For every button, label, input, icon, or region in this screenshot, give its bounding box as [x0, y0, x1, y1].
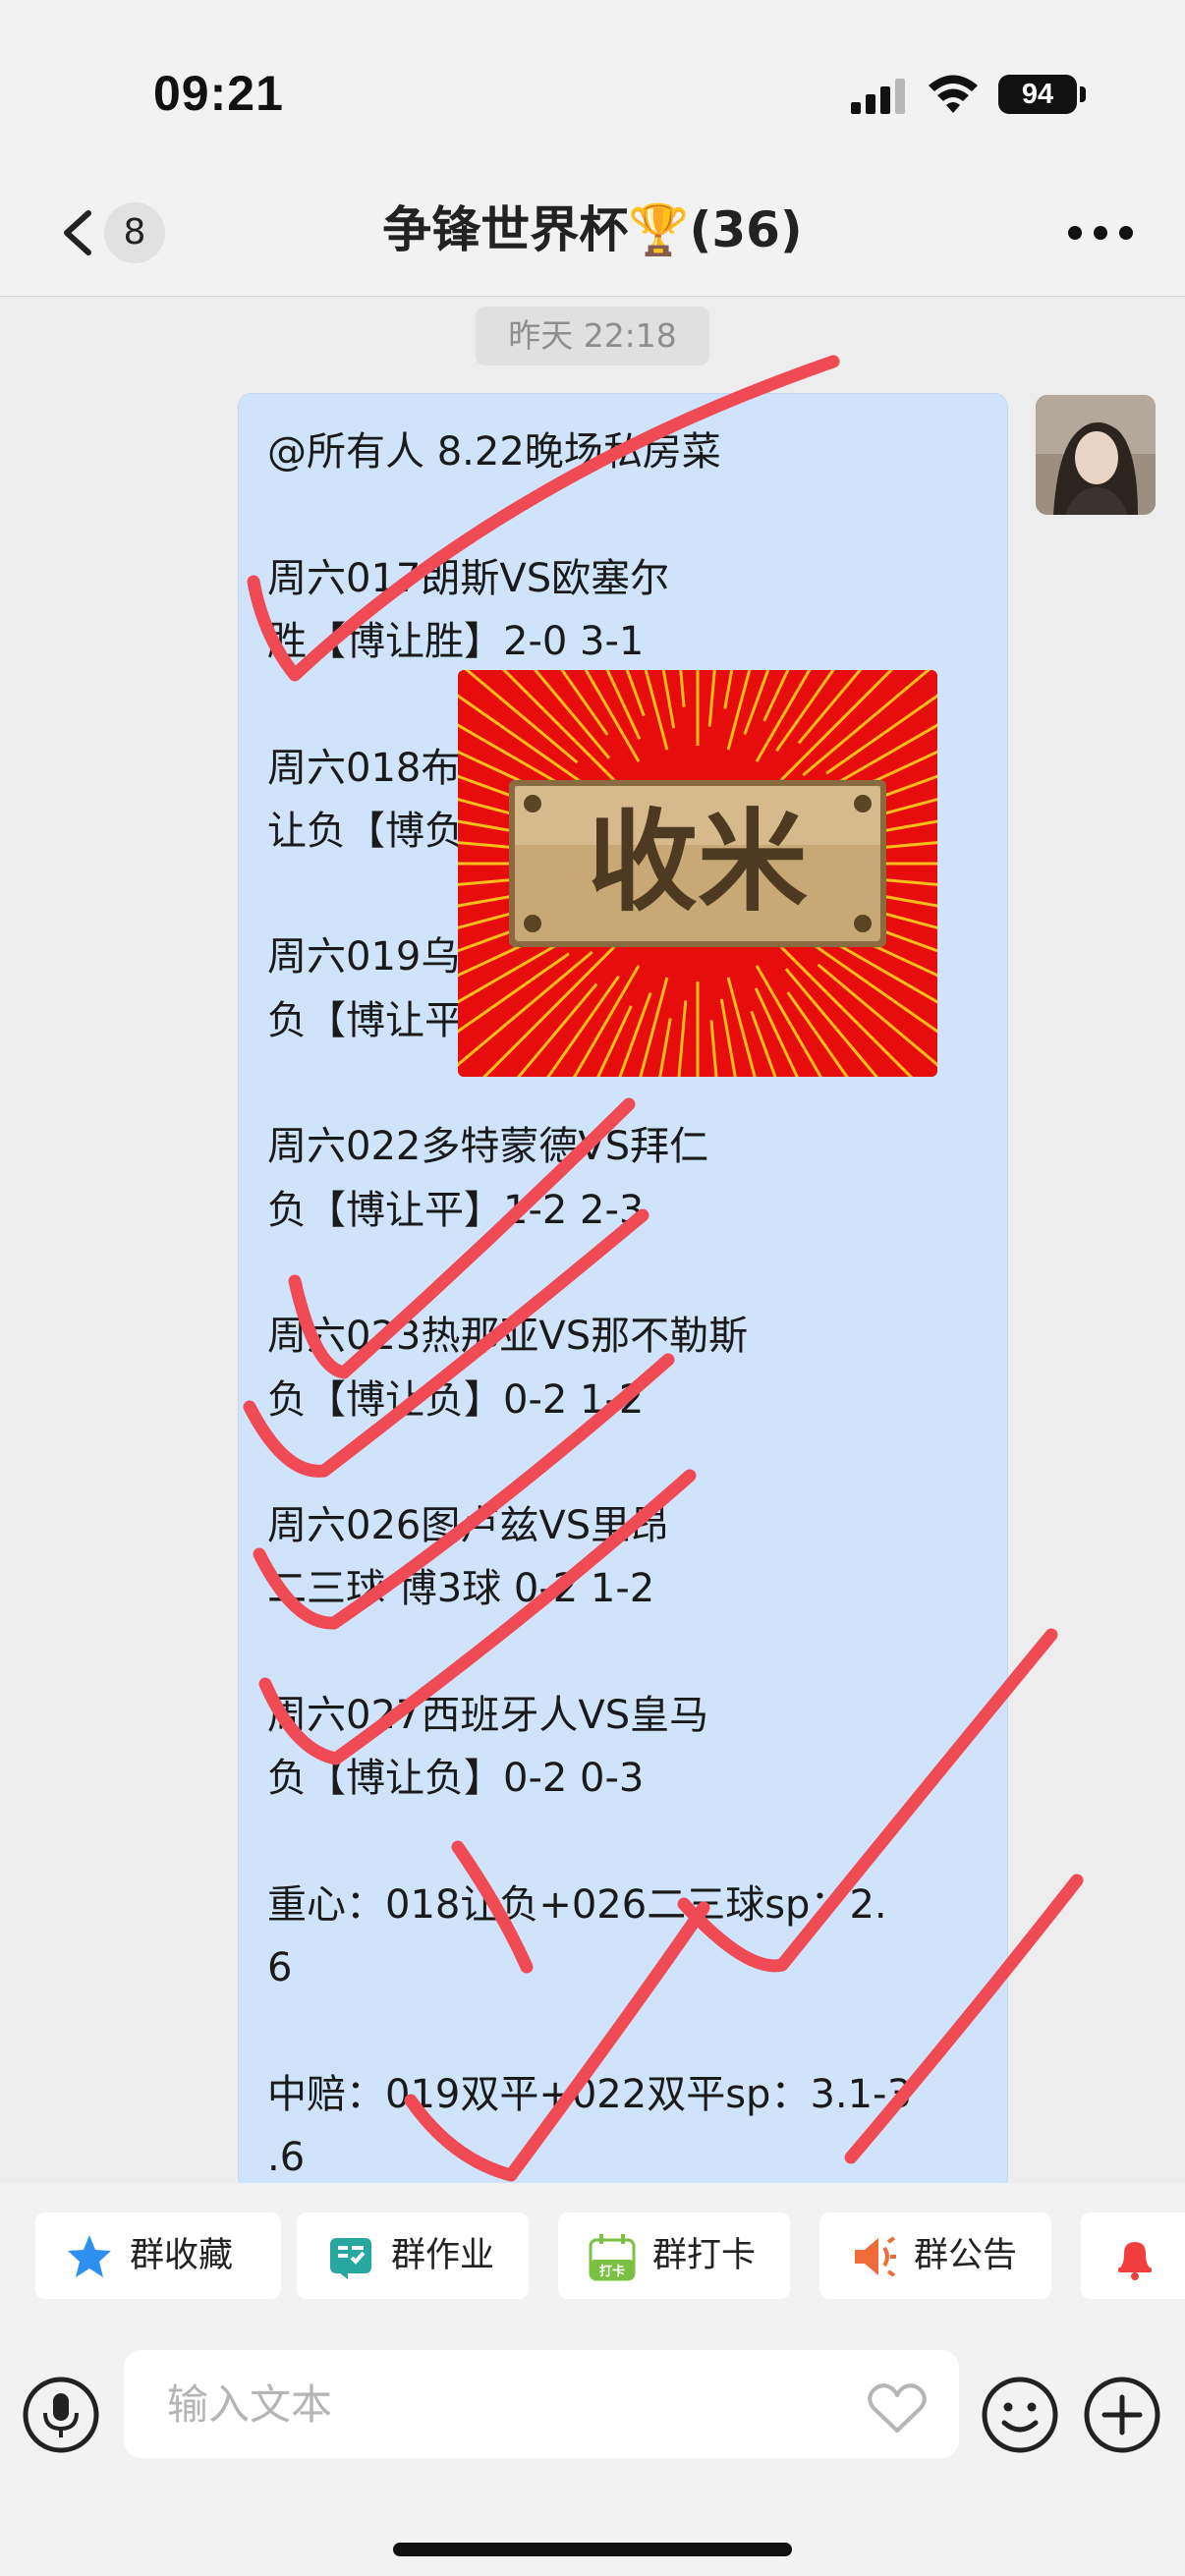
status-time: 09:21: [153, 66, 284, 121]
chip-label: 群公告: [914, 2236, 1018, 2275]
avatar-image: [1036, 395, 1156, 515]
status-bar: 09:21 94: [0, 0, 1185, 167]
group-homework-button[interactable]: 群作业: [297, 2212, 529, 2299]
message-line: 重心：018让负+026二三球sp：2.: [267, 1882, 887, 1928]
message-line: 周六027西班牙人VS皇马: [267, 1693, 709, 1738]
checkin-icon: 打卡: [589, 2234, 636, 2281]
emoji-icon: [982, 2377, 1058, 2453]
group-notification-button[interactable]: [1081, 2212, 1185, 2299]
message-line: 二三球 博3球 0-2 1-2: [267, 1566, 655, 1611]
signal-icon: [851, 79, 905, 114]
more-icon: [1068, 226, 1133, 240]
homework-icon: [330, 2238, 371, 2279]
unread-count-badge: 8: [104, 202, 165, 263]
add-attachment-button[interactable]: [1083, 2376, 1161, 2454]
battery-cap: [1080, 86, 1086, 102]
message-line: 周六019乌: [267, 934, 461, 980]
heart-icon[interactable]: [867, 2381, 928, 2435]
chip-label: 群收藏: [130, 2236, 234, 2275]
message-line: 6: [267, 1945, 293, 1990]
wifi-icon: [929, 75, 978, 113]
quick-actions-bar: 群收藏 群作业 打卡 群打卡 群公告: [0, 2183, 1185, 2328]
chevron-left-icon: [64, 210, 91, 255]
message-line: @所有人 8.22晚场私房菜: [267, 429, 721, 475]
message-line: 周六017朗斯VS欧塞尔: [267, 556, 670, 601]
message-line: 周六018布: [267, 746, 461, 791]
chip-label: 群作业: [391, 2236, 495, 2275]
home-indicator: [393, 2543, 792, 2556]
message-timestamp: 昨天 22:18: [476, 307, 709, 365]
sticker-text: 收米: [588, 798, 808, 926]
group-announcement-button[interactable]: 群公告: [819, 2212, 1051, 2299]
more-button[interactable]: [1065, 218, 1136, 248]
group-favorites-button[interactable]: 群收藏: [35, 2212, 281, 2299]
message-line: 让负【博负: [267, 809, 464, 854]
chip-label: 群打卡: [652, 2236, 757, 2275]
nav-bar: 8 争锋世界杯🏆(36): [0, 167, 1185, 297]
message-line: 负【博让平】1-2 2-3: [267, 1188, 645, 1233]
chat-area[interactable]: 昨天 22:18 @所有人 8.22晚场私房菜 周六017朗斯VS欧塞尔 胜【博让胜…: [0, 297, 1185, 2183]
emoji-button[interactable]: [981, 2376, 1059, 2454]
message-line: 负【博让平: [267, 998, 464, 1043]
message-line: 负【博让负】0-2 0-3: [267, 1756, 645, 1801]
message-line: 周六023热那亚VS那不勒斯: [267, 1314, 749, 1359]
sender-avatar[interactable]: [1036, 395, 1156, 515]
shoumi-sticker[interactable]: 收米: [458, 670, 937, 1077]
group-checkin-button[interactable]: 打卡 群打卡: [558, 2212, 790, 2299]
star-icon: [68, 2235, 111, 2277]
checkin-icon-text: 打卡: [599, 2264, 625, 2279]
message-input[interactable]: [124, 2350, 959, 2458]
message-line: 周六026图卢兹VS里昂: [267, 1503, 670, 1548]
message-line: .6: [267, 2135, 306, 2180]
message-line: 胜【博让胜】2-0 3-1: [267, 619, 645, 664]
sticker-image: 收米: [458, 670, 937, 1077]
voice-button[interactable]: [22, 2376, 100, 2454]
message-line: 周六022多特蒙德VS拜仁: [267, 1124, 709, 1169]
input-bar: [0, 2328, 1185, 2576]
announcement-icon: [855, 2236, 896, 2277]
chat-title: 争锋世界杯🏆(36): [382, 201, 803, 258]
bell-icon: [1118, 2242, 1152, 2280]
microphone-icon: [23, 2377, 99, 2453]
plus-icon: [1084, 2377, 1160, 2453]
back-button[interactable]: 8: [49, 198, 167, 267]
message-line: 中赔：019双平+022双平sp：3.1-3: [267, 2072, 912, 2117]
battery-icon: 94: [998, 75, 1077, 114]
message-line: 负【博让负】0-2 1-2: [267, 1377, 645, 1423]
